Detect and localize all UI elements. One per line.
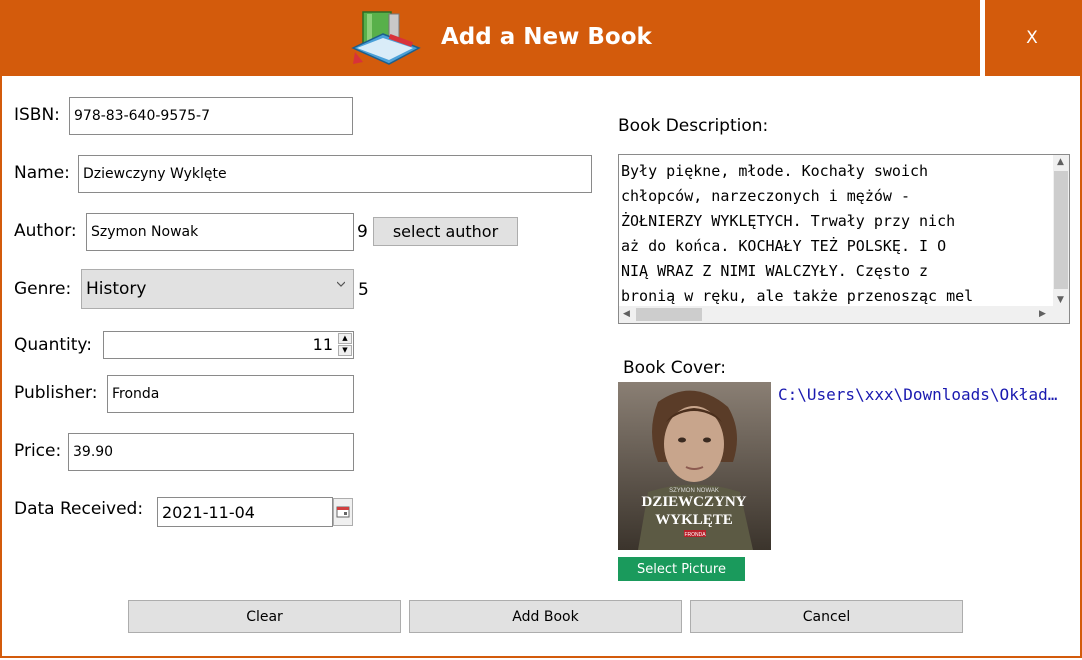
cover-label: Book Cover: — [623, 358, 726, 378]
spin-up-icon[interactable]: ▲ — [338, 333, 352, 344]
title-divider — [980, 0, 985, 76]
quantity-value: 11 — [312, 335, 333, 354]
cover-title-line1: DZIEWCZYNY — [641, 494, 746, 510]
select-picture-label: Select Picture — [637, 561, 726, 577]
name-input[interactable]: Dziewczyny Wyklęte — [78, 155, 592, 193]
author-id: 9 — [357, 222, 368, 242]
scroll-right-icon[interactable]: ▶ — [1039, 309, 1046, 319]
clear-label: Clear — [246, 608, 283, 625]
isbn-input[interactable]: 978-83-640-9575-7 — [69, 97, 353, 135]
calendar-button[interactable] — [333, 498, 353, 526]
clear-button[interactable]: Clear — [128, 600, 401, 633]
add-book-label: Add Book — [512, 608, 579, 625]
description-text: Były piękne, młode. Kochały swoich chłop… — [621, 162, 974, 305]
select-author-label: select author — [392, 222, 499, 241]
genre-id: 5 — [358, 280, 369, 300]
cancel-label: Cancel — [802, 608, 851, 625]
isbn-value: 978-83-640-9575-7 — [74, 108, 211, 124]
publisher-input[interactable]: Fronda — [107, 375, 354, 413]
author-value: Szymon Nowak — [91, 224, 199, 240]
description-textarea[interactable]: Były piękne, młode. Kochały swoich chłop… — [618, 154, 1070, 324]
window-title: Add a New Book — [441, 24, 652, 50]
vertical-scroll-thumb[interactable] — [1054, 171, 1068, 289]
calendar-icon — [336, 506, 350, 518]
name-label: Name: — [14, 163, 70, 183]
date-label: Data Received: — [14, 499, 144, 519]
book-cover-image: SZYMON NOWAK DZIEWCZYNY WYKLĘTE FRONDA — [618, 382, 771, 550]
price-input[interactable]: 39.90 — [68, 433, 354, 471]
author-input[interactable]: Szymon Nowak — [86, 213, 354, 251]
title-bar: Add a New Book X — [0, 0, 1082, 76]
scroll-up-icon[interactable]: ▲ — [1057, 157, 1064, 167]
cancel-button[interactable]: Cancel — [690, 600, 963, 633]
add-book-button[interactable]: Add Book — [409, 600, 682, 633]
select-author-button[interactable]: select author — [373, 217, 518, 246]
vertical-scrollbar[interactable]: ▲ ▼ — [1053, 155, 1069, 307]
genre-label: Genre: — [14, 279, 72, 299]
scroll-down-icon[interactable]: ▼ — [1057, 295, 1064, 305]
quantity-stepper[interactable]: 11 ▲ ▼ — [103, 331, 354, 359]
spin-down-icon[interactable]: ▼ — [338, 345, 352, 356]
cover-publisher-text: FRONDA — [684, 532, 706, 538]
date-value: 2021-11-04 — [162, 502, 255, 522]
description-label: Book Description: — [618, 116, 769, 136]
genre-value: History — [86, 279, 147, 299]
publisher-value: Fronda — [112, 386, 160, 402]
price-value: 39.90 — [73, 444, 114, 460]
quantity-label: Quantity: — [14, 335, 92, 355]
price-label: Price: — [14, 441, 62, 461]
close-icon: X — [1026, 28, 1038, 48]
horizontal-scrollbar[interactable]: ◀ ▶ — [619, 306, 1069, 323]
author-label: Author: — [14, 221, 77, 241]
horizontal-scroll-thumb[interactable] — [636, 308, 702, 321]
select-picture-button[interactable]: Select Picture — [618, 557, 745, 581]
name-value: Dziewczyny Wyklęte — [83, 166, 227, 182]
date-input[interactable]: 2021-11-04 — [157, 497, 333, 527]
cover-title-line2: WYKLĘTE — [655, 512, 733, 528]
genre-select[interactable]: History — [81, 269, 354, 309]
isbn-label: ISBN: — [14, 105, 60, 125]
cover-path-link[interactable]: C:\Users\xxx\Downloads\Okładka.jpg — [778, 385, 1060, 404]
chevron-down-icon — [337, 281, 345, 287]
publisher-label: Publisher: — [14, 383, 98, 403]
books-logo-icon — [351, 11, 421, 65]
close-button[interactable]: X — [1020, 28, 1044, 52]
scroll-left-icon[interactable]: ◀ — [623, 309, 630, 319]
